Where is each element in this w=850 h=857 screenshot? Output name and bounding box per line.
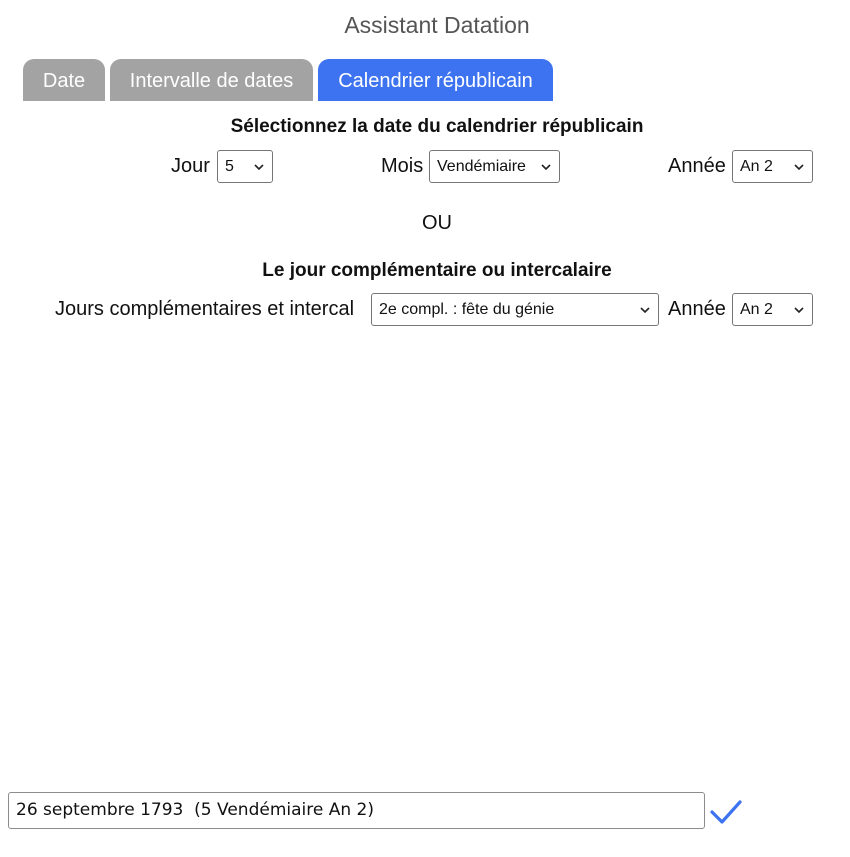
complementary-days-label: Jours complémentaires et intercal xyxy=(55,298,355,320)
chevron-down-icon xyxy=(794,307,804,314)
complementary-year-label: Année xyxy=(668,298,726,320)
result-date-field[interactable]: 26 septembre 1793 (5 Vendémiaire An 2) xyxy=(8,792,705,829)
complementary-day-heading: Le jour complémentaire ou intercalaire xyxy=(262,260,612,281)
app-title: Assistant Datation xyxy=(344,12,530,38)
republican-date-heading: Sélectionnez la date du calendrier répub… xyxy=(230,116,644,137)
month-label: Mois xyxy=(381,155,424,177)
complementary-year-select-value: An 2 xyxy=(740,301,773,318)
complementary-day-select[interactable]: 2e compl. : fête du génie xyxy=(371,293,659,326)
checkmark-icon[interactable] xyxy=(709,798,743,826)
tab-republican-calendar[interactable]: Calendrier républicain xyxy=(318,59,553,101)
chevron-down-icon xyxy=(541,164,551,171)
tab-date-range[interactable]: Intervalle de dates xyxy=(110,59,313,101)
day-label: Jour xyxy=(171,155,210,177)
tab-date[interactable]: Date xyxy=(23,59,105,101)
year-label: Année xyxy=(668,155,726,177)
complementary-year-select[interactable]: An 2 xyxy=(732,293,813,326)
day-select-value: 5 xyxy=(225,158,234,175)
year-select-value: An 2 xyxy=(740,158,773,175)
month-select-value: Vendémiaire xyxy=(437,158,526,175)
month-select[interactable]: Vendémiaire xyxy=(429,150,560,183)
year-select[interactable]: An 2 xyxy=(732,150,813,183)
day-select[interactable]: 5 xyxy=(217,150,273,183)
complementary-day-select-value: 2e compl. : fête du génie xyxy=(379,301,555,318)
chevron-down-icon xyxy=(640,307,650,314)
chevron-down-icon xyxy=(254,164,264,171)
or-separator: OU xyxy=(422,212,452,234)
chevron-down-icon xyxy=(794,164,804,171)
datation-assistant: Assistant Datation Date Intervalle de da… xyxy=(0,0,850,857)
